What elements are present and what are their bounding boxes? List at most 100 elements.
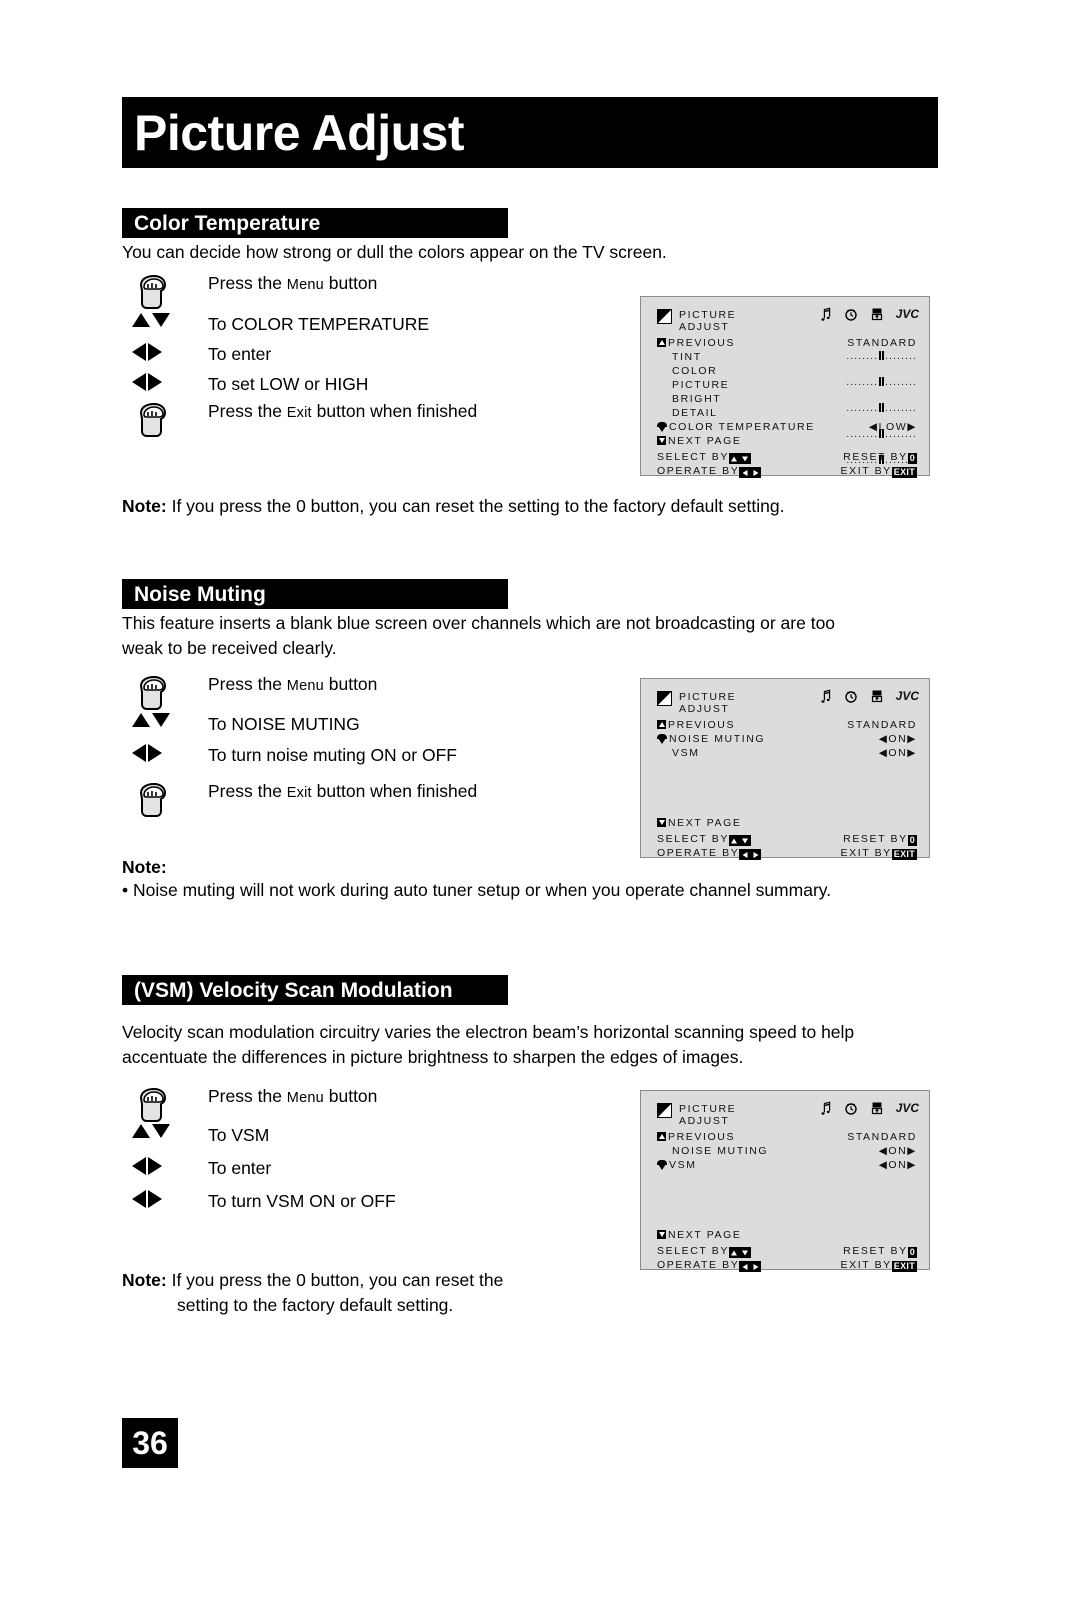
osd-footer-exit: EXIT BY EXIT (840, 1259, 917, 1272)
osd-value-noise-muting[interactable]: ◀ON▶ (879, 1145, 917, 1157)
osd-item-detail[interactable]: DETAIL (672, 407, 718, 419)
jvc-logo: JVC (895, 307, 919, 321)
osd-next-page[interactable]: NEXT PAGE (657, 1229, 742, 1241)
cursor-pointer-icon (657, 734, 667, 744)
osd-footer-select-label: SELECT BY (657, 1245, 729, 1257)
osd-next-page[interactable]: NEXT PAGE (657, 817, 742, 829)
select-updown-keys-icon (728, 1247, 751, 1259)
cursor-pointer-icon (657, 1160, 667, 1170)
osd-item-color[interactable]: COLOR (672, 365, 717, 377)
osd-item-vsm[interactable]: VSM (657, 1159, 697, 1171)
note-text-line1: If you press the 0 button, you can reset… (166, 1270, 504, 1290)
osd-footer-exit-label: EXIT BY (840, 1259, 892, 1271)
operate-leftright-keys-icon (739, 1261, 762, 1273)
step-label: To COLOR TEMPERATURE (208, 314, 430, 334)
setup-icon (871, 1102, 882, 1115)
up-down-arrows-icon (122, 313, 208, 327)
osd-item-label: COLOR TEMPERATURE (669, 421, 815, 433)
step-row-leftright-5: To turn VSM ON or OFF (122, 1190, 396, 1212)
osd-item-label: COLOR (672, 365, 718, 377)
osd-footer-select: SELECT BY (657, 1245, 751, 1259)
step-text: Press the (208, 273, 287, 293)
osd-item-picture[interactable]: PICTURE (672, 379, 729, 391)
step-label: Press the Exit button when finished (208, 780, 477, 804)
osd-next-page[interactable]: NEXT PAGE (657, 435, 742, 447)
next-page-arrow-icon (657, 818, 666, 827)
osd-item-noise-muting[interactable]: NOISE MUTING (657, 733, 765, 745)
exit-key-icon: EXIT (891, 467, 917, 478)
note-vsm-line1: Note: If you press the 0 button, you can… (122, 1268, 682, 1293)
osd-footer-reset-label: RESET BY (843, 451, 908, 463)
left-right-arrows-icon (122, 1190, 208, 1208)
osd-item-label: NOISE MUTING (672, 1145, 769, 1157)
osd-item-label: DETAIL (672, 407, 718, 419)
osd-previous[interactable]: PREVIOUS (657, 719, 735, 731)
osd-footer-reset-label: RESET BY (843, 1245, 908, 1257)
section-intro-line1: This feature inserts a blank blue screen… (122, 613, 836, 633)
step-row-updown-1: To COLOR TEMPERATURE (122, 313, 429, 335)
note-bullet-noise-muting: • Noise muting will not work during auto… (122, 880, 832, 900)
step-tail: button (323, 273, 378, 293)
osd-footer-operate: OPERATE BY (657, 465, 762, 479)
manual-page: Picture Adjust Color Temperature You can… (0, 0, 1080, 1605)
osd-value-color-temperature[interactable]: ◀LOW▶ (869, 421, 917, 433)
section-intro-line1: Velocity scan modulation circuitry varie… (122, 1022, 855, 1042)
music-note-icon (821, 689, 830, 703)
step-row-press-exit-1: Press the Exit button when finished (122, 400, 477, 440)
step-label: To enter (208, 344, 272, 364)
step-row-press-menu-2: Press the Menu button (122, 673, 377, 713)
osd-footer-select: SELECT BY (657, 451, 751, 465)
osd-value-vsm[interactable]: ◀ON▶ (879, 1159, 917, 1171)
osd-value-noise-muting[interactable]: ◀ON▶ (879, 733, 917, 745)
osd-footer-exit-label: EXIT BY (840, 465, 892, 477)
osd-title-line1: PICTURE (679, 691, 737, 703)
osd-footer-reset: RESET BY 0 (843, 1245, 917, 1258)
note-label: Note: (122, 1270, 167, 1290)
osd-item-label: VSM (672, 747, 700, 759)
osd-footer-select: SELECT BY (657, 833, 751, 847)
osd-item-label: PICTURE (672, 379, 730, 391)
section-heading-noise-muting: Noise Muting (122, 579, 508, 609)
osd-item-label: VSM (669, 1159, 697, 1171)
step-label: To NOISE MUTING (208, 714, 360, 734)
step-key-name: Exit (286, 785, 312, 801)
osd-next-page-label: NEXT PAGE (668, 435, 742, 447)
clock-icon (844, 691, 857, 703)
step-label: Press the Exit button when finished (208, 400, 477, 424)
osd-footer-exit-label: EXIT BY (840, 847, 892, 859)
osd-footer-operate-label: OPERATE BY (657, 847, 740, 859)
note-vsm-line2: setting to the factory default setting. (177, 1295, 454, 1315)
note-vsm: Note: If you press the 0 button, you can… (122, 1268, 682, 1318)
osd-item-bright[interactable]: BRIGHT (672, 393, 721, 405)
step-label: To enter (208, 1158, 272, 1178)
step-row-leftright-4: To enter (122, 1157, 271, 1179)
step-key-name: Menu (286, 678, 324, 694)
osd-title: PICTURE ADJUST (657, 1103, 736, 1127)
osd-previous-label: PREVIOUS (668, 719, 736, 731)
osd-title: PICTURE ADJUST (657, 691, 736, 715)
osd-previous[interactable]: PREVIOUS (657, 337, 735, 349)
osd-footer-operate-label: OPERATE BY (657, 465, 740, 477)
osd-previous[interactable]: PREVIOUS (657, 1131, 735, 1143)
osd-value-vsm[interactable]: ◀ON▶ (879, 747, 917, 759)
osd-icon-row: JVC (818, 689, 919, 703)
page-number-badge: 36 (122, 1418, 178, 1468)
osd-item-color-temperature[interactable]: COLOR TEMPERATURE (657, 421, 815, 433)
hand-press-icon (122, 673, 208, 713)
step-label: Press the Menu button (208, 1085, 377, 1109)
osd-footer-reset: RESET BY 0 (843, 833, 917, 846)
osd-item-noise-muting[interactable]: NOISE MUTING (672, 1145, 768, 1157)
osd-item-label: BRIGHT (672, 393, 722, 405)
page-number-label: 36 (132, 1424, 168, 1461)
step-row-press-menu-3: Press the Menu button (122, 1085, 377, 1125)
section-heading-label: (VSM) Velocity Scan Modulation (134, 978, 453, 1002)
osd-footer-operate: OPERATE BY (657, 847, 762, 861)
osd-footer-reset: RESET BY 0 (843, 451, 917, 464)
section-heading-color-temperature: Color Temperature (122, 208, 508, 238)
osd-item-vsm[interactable]: VSM (672, 747, 700, 759)
step-key-name: Exit (286, 405, 312, 421)
step-label: Press the Menu button (208, 673, 377, 697)
osd-slider-tint[interactable]: ................ (629, 351, 917, 363)
previous-arrow-icon (657, 1132, 666, 1141)
cursor-pointer-icon (657, 422, 667, 432)
